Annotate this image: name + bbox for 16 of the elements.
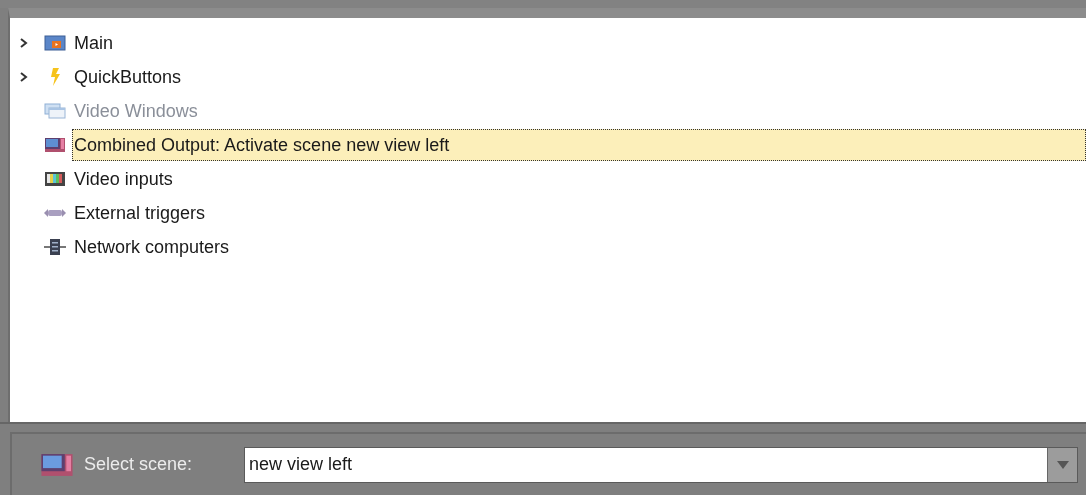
tree-item[interactable]: Video inputs — [72, 163, 174, 195]
color-bars-icon — [44, 170, 66, 188]
collapsed-chevron-icon[interactable] — [19, 71, 29, 83]
tree-item[interactable]: Main — [72, 27, 114, 59]
layered-screen-icon — [44, 136, 66, 154]
tree-item[interactable]: Combined Output: Activate scene new view left — [72, 129, 1086, 161]
windows-icon — [44, 102, 66, 120]
tree-item[interactable]: QuickButtons — [72, 61, 183, 93]
scene-combobox[interactable]: new view left — [244, 446, 1078, 483]
tree-item[interactable]: External triggers — [72, 197, 207, 229]
dropdown-arrow-icon[interactable] — [1056, 460, 1069, 469]
screen-icon — [44, 34, 66, 52]
server-icon — [44, 238, 66, 256]
collapsed-chevron-icon[interactable] — [19, 37, 29, 49]
scene-label: Select scene: — [84, 453, 194, 476]
tree-item[interactable]: Network computers — [72, 231, 231, 263]
